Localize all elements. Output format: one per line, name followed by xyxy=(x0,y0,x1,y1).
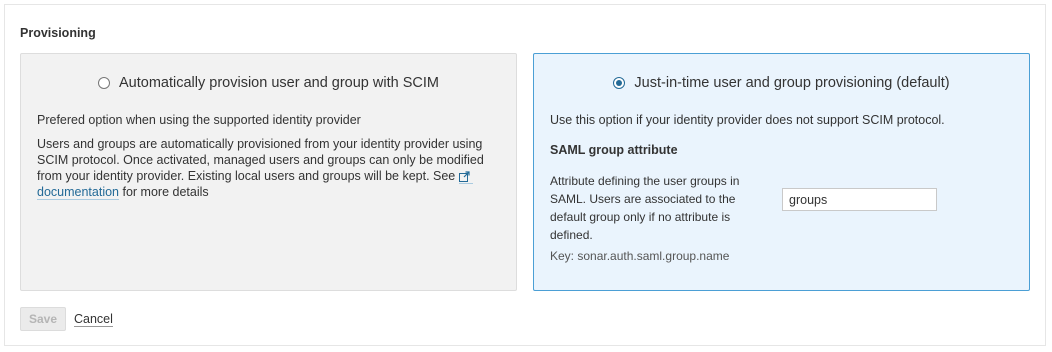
scim-option-card[interactable]: Automatically provision user and group w… xyxy=(20,53,517,291)
saml-group-attribute-key: Key: sonar.auth.saml.group.name xyxy=(550,249,730,263)
jit-note: Use this option if your identity provide… xyxy=(550,113,945,127)
saml-group-attribute-title: SAML group attribute xyxy=(550,143,678,157)
section-title: Provisioning xyxy=(20,26,96,40)
scim-description: Users and groups are automatically provi… xyxy=(37,136,507,200)
save-button[interactable]: Save xyxy=(20,307,66,331)
radio-checked-icon[interactable] xyxy=(613,77,626,89)
scim-radio-row[interactable]: Automatically provision user and group w… xyxy=(21,75,516,91)
cancel-link[interactable]: Cancel xyxy=(74,312,113,327)
external-link-icon xyxy=(458,171,470,182)
saml-group-attribute-input[interactable] xyxy=(782,188,937,211)
jit-option-card[interactable]: Just-in-time user and group provisioning… xyxy=(533,53,1030,291)
scim-description-text: Users and groups are automatically provi… xyxy=(37,137,484,183)
scim-preferred-note: Prefered option when using the supported… xyxy=(37,113,361,127)
scim-description-tail: for more details xyxy=(119,185,209,199)
saml-group-attribute-description: Attribute defining the user groups in SA… xyxy=(550,174,740,242)
jit-radio-row[interactable]: Just-in-time user and group provisioning… xyxy=(534,75,1029,91)
jit-option-label[interactable]: Just-in-time user and group provisioning… xyxy=(634,75,949,91)
scim-option-label[interactable]: Automatically provision user and group w… xyxy=(119,75,439,91)
documentation-link-label[interactable]: documentation xyxy=(37,185,119,199)
radio-unchecked-icon[interactable] xyxy=(98,77,111,89)
